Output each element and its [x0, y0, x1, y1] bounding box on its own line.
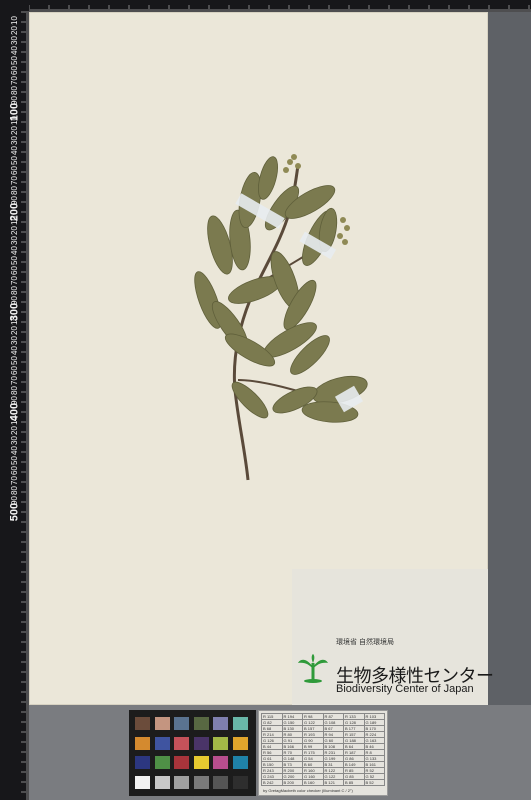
color-patch	[193, 717, 209, 730]
color-patch	[213, 736, 228, 750]
color-patch	[232, 717, 248, 730]
color-patch	[135, 736, 150, 750]
color-patch	[193, 775, 209, 789]
color-patch	[174, 736, 189, 750]
flower-bud	[337, 233, 343, 239]
color-patch	[193, 736, 209, 750]
flower-bud	[340, 217, 346, 223]
flower-bud	[291, 154, 297, 160]
flower-bud	[283, 167, 289, 173]
reference-cell: B 121	[322, 779, 344, 786]
reference-cell: B 242	[261, 779, 283, 786]
center-name-en: Biodiversity Center of Japan	[336, 683, 474, 695]
color-patch	[213, 775, 228, 789]
color-patch	[135, 756, 150, 769]
color-patch	[193, 756, 209, 769]
color-patch	[232, 775, 248, 789]
flower-bud	[295, 163, 301, 169]
top-ruler-ticks	[28, 5, 531, 12]
color-patch	[232, 736, 248, 750]
color-patch	[154, 717, 170, 730]
flower-bud	[287, 159, 293, 165]
reference-cell: B 200	[281, 779, 303, 786]
color-patch	[135, 775, 150, 789]
color-patch	[213, 756, 228, 769]
reference-cell: B 52	[363, 779, 385, 786]
color-patch	[135, 717, 150, 730]
color-patch	[154, 775, 170, 789]
agency-name: 環境省 自然環境局	[336, 639, 394, 646]
color-checker	[129, 710, 256, 796]
color-reference-table: R 115 R 194 R 98 R 87 R 133 R 103 G 82 G 150 G 1…	[261, 713, 385, 786]
ruler-major-label: 500	[8, 502, 21, 522]
color-patch	[174, 775, 189, 789]
color-patch	[232, 756, 248, 769]
left-ruler: 10 20 30 40 50 60 70 80 90 100 10 20 30 40 50 60 70 80 90 2…	[0, 0, 29, 800]
color-patch	[213, 717, 228, 730]
top-ruler	[0, 0, 531, 12]
reference-cell: B 160	[302, 779, 324, 786]
color-patch	[154, 756, 170, 769]
institution-panel: 環境省 自然環境局 生物多様性センター Biodiversity Center …	[292, 569, 494, 705]
tree-logo-icon	[298, 654, 328, 683]
plant-specimen	[194, 154, 368, 481]
color-reference-card: R 115 R 194 R 98 R 87 R 133 R 103 G 82 G 150 G 1…	[258, 710, 388, 796]
color-reference-caption: by GretagMacbeth color checker (Illumina…	[263, 788, 353, 793]
flower-bud	[342, 239, 348, 245]
color-patch	[154, 736, 170, 750]
color-patch	[174, 717, 189, 730]
reference-cell: B 85	[343, 779, 365, 786]
flower-bud	[344, 225, 350, 231]
reference-row: B 242 B 200 B 160 B 121 B 85 B 52	[261, 779, 385, 786]
color-patch	[174, 756, 189, 769]
